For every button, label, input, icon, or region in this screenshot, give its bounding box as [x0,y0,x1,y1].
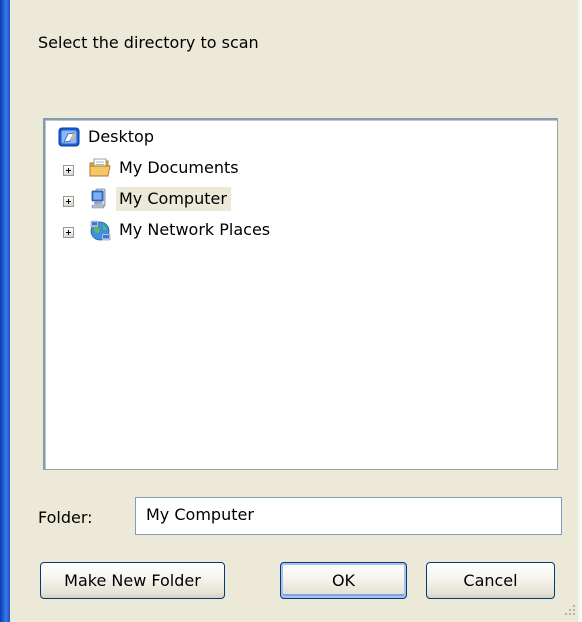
network-places-icon [88,218,112,242]
tree-item-my-network-places[interactable]: My Network Places [88,216,274,244]
make-new-folder-button[interactable]: Make New Folder [40,562,225,599]
expand-toggle-my-network-places[interactable] [63,227,74,238]
window-frame-left [0,0,10,622]
window-frame-right [578,0,582,622]
resize-grip-icon[interactable] [564,604,576,616]
folder-label: Folder: [38,508,93,527]
my-computer-icon [88,187,112,211]
browse-for-folder-dialog: Select the directory to scan Desktop My … [0,0,582,622]
tree-item-label: My Network Places [119,220,271,239]
cancel-button[interactable]: Cancel [426,562,555,599]
tree-item-label: Desktop [88,127,154,146]
tree-item-my-computer[interactable]: My Computer [88,185,231,213]
tree-item-my-documents[interactable]: My Documents [88,154,243,182]
expand-toggle-my-computer[interactable] [63,196,74,207]
tree-item-desktop[interactable]: Desktop [57,123,158,151]
folder-input[interactable] [135,497,562,535]
folder-tree[interactable]: Desktop My Documents My Computer My Netw… [43,118,558,470]
tree-item-label: My Computer [116,187,231,211]
tree-item-label: My Documents [119,158,239,177]
ok-button[interactable]: OK [280,562,407,599]
my-documents-folder-icon [88,156,112,180]
expand-toggle-my-documents[interactable] [63,165,74,176]
dialog-instruction: Select the directory to scan [38,33,259,52]
desktop-icon [57,125,81,149]
